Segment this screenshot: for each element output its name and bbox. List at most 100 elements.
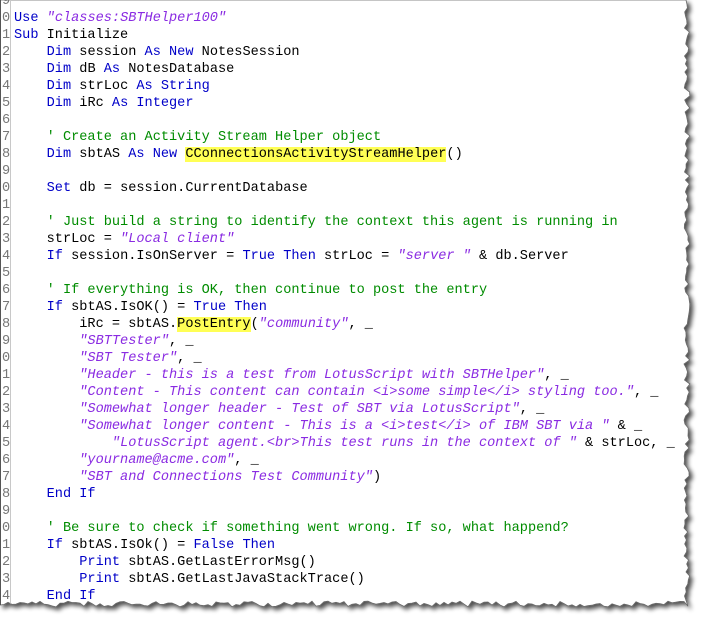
- keyword: As Integer: [111, 96, 194, 111]
- line-number: 3: [2, 232, 11, 247]
- line-number: 4: [2, 79, 11, 94]
- line-number: 1: [2, 198, 11, 213]
- code-text: session: [71, 45, 145, 60]
- line-number: 0: [2, 181, 11, 196]
- code-text: (: [250, 317, 259, 332]
- string-literal: "classes:SBTHelper100": [46, 11, 227, 26]
- line-text: Dim strLoc As String: [14, 78, 210, 95]
- comment: ' Just build a string to identify the co…: [46, 215, 618, 230]
- line-text: Dim sbtAS As New CConnectionsActivityStr…: [14, 146, 463, 163]
- line-text: "SBTTester", _: [14, 333, 193, 350]
- keyword: Print: [79, 555, 121, 570]
- line-text: "Header - this is a test from LotusScrip…: [14, 367, 568, 384]
- string-literal: "SBT Tester": [79, 351, 178, 366]
- line-number: 8: [2, 147, 11, 162]
- code-text: sbtAS.GetLastJavaStackTrace(): [120, 572, 365, 587]
- line-number: 3: [2, 572, 11, 587]
- keyword: Print: [79, 572, 121, 587]
- code-text: db = session.CurrentDatabase: [71, 181, 308, 196]
- line-text: Dim dB As NotesDatabase: [14, 61, 235, 78]
- line-number: 5: [2, 436, 11, 451]
- code-text: (): [446, 147, 463, 162]
- gutter-divider: [10, 0, 11, 606]
- keyword: As New: [144, 45, 194, 60]
- keyword: True Then: [242, 249, 316, 264]
- code-text: iRc: [71, 96, 112, 111]
- highlighted-text: PostEntry: [177, 317, 251, 332]
- code-text: dB: [71, 62, 104, 77]
- code-text: sbtAS.IsOK() =: [62, 300, 194, 315]
- line-text: Sub Initialize: [14, 27, 128, 44]
- keyword: If: [46, 300, 63, 315]
- line-number: 7: [2, 300, 11, 315]
- code-text: sbtAS: [71, 147, 129, 162]
- code-text: & strLoc, _: [576, 436, 675, 451]
- string-literal: "Content - This content can contain <i>s…: [79, 385, 634, 400]
- code-text: , _: [519, 402, 545, 417]
- string-literal: "SBTTester": [79, 334, 169, 349]
- string-literal: "LotusScript agent.<br>This test runs in…: [111, 436, 577, 451]
- keyword: Dim: [46, 79, 72, 94]
- code-text: NotesDatabase: [120, 62, 235, 77]
- line-number: 9: [2, 334, 11, 349]
- keyword: Dim: [46, 45, 72, 60]
- line-text: If sbtAS.IsOk() = False Then: [14, 537, 275, 554]
- line-number: 0: [2, 351, 11, 366]
- string-literal: "yourname@acme.com": [79, 453, 235, 468]
- comment: ' Create an Activity Stream Helper objec…: [46, 130, 382, 145]
- keyword: Dim: [46, 62, 72, 77]
- comment: ' If everything is OK, then continue to …: [46, 283, 488, 298]
- line-number: 6: [2, 283, 11, 298]
- line-number: 6: [2, 453, 11, 468]
- code-text: iRc = sbtAS.: [14, 317, 178, 332]
- keyword: As String: [136, 79, 210, 94]
- line-number: 0: [2, 521, 11, 536]
- keyword: If: [46, 538, 63, 553]
- code-text: sbtAS.GetLastErrorMsg(): [120, 555, 316, 570]
- code-editor[interactable]: 9 0 Use "classes:SBTHelper100" 1 Sub Initial…: [0, 0, 690, 606]
- code-text: NotesSession: [193, 45, 300, 60]
- line-number: 0: [2, 11, 11, 26]
- string-literal: "Somewhat longer content - This is a <i>…: [79, 419, 610, 434]
- line-number: 2: [2, 215, 11, 230]
- line-text: Print sbtAS.GetLastJavaStackTrace(): [14, 571, 365, 588]
- line-number: 2: [2, 385, 11, 400]
- code-text: ): [372, 470, 382, 485]
- line-text: Set db = session.CurrentDatabase: [14, 180, 308, 197]
- keyword: Use: [14, 11, 39, 26]
- line-number: 9: [2, 0, 11, 9]
- line-text: Use "classes:SBTHelper100": [14, 10, 226, 27]
- line-text: Dim session As New NotesSession: [14, 44, 300, 61]
- line-text: "Content - This content can contain <i>s…: [14, 384, 658, 401]
- keyword: False Then: [193, 538, 276, 553]
- line-number: 4: [2, 419, 11, 434]
- line-number: 1: [2, 28, 11, 43]
- line-text: ' If everything is OK, then continue to …: [14, 282, 488, 299]
- line-text: strLoc = "Local client": [14, 231, 235, 248]
- code-text: , _: [234, 453, 259, 468]
- line-text: "SBT and Connections Test Community"): [14, 469, 381, 486]
- editor-border: [0, 0, 1, 606]
- line-number: 7: [2, 130, 11, 145]
- code-text: , _: [633, 385, 659, 400]
- code-text: strLoc =: [14, 232, 121, 247]
- string-literal: "Somewhat longer header - Test of SBT vi…: [79, 402, 520, 417]
- line-text: End If: [14, 486, 96, 503]
